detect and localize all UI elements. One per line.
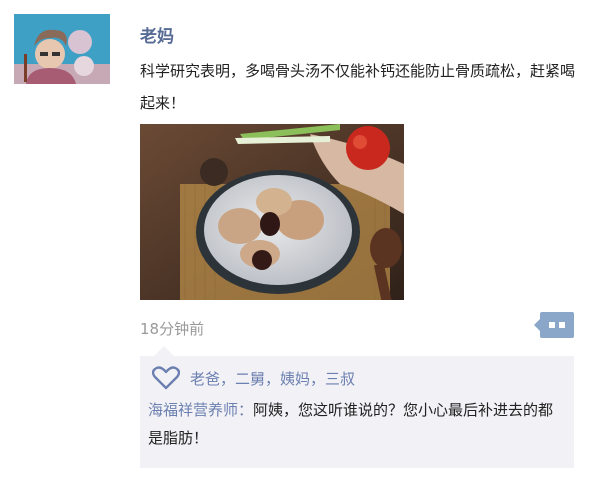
avatar[interactable] bbox=[14, 14, 110, 84]
comment-item[interactable]: 海福祥营养师：阿姨，您这听谁说的？您小心最后补进去的都是脂肪！ bbox=[148, 396, 566, 452]
more-options-button[interactable] bbox=[534, 312, 574, 338]
comment-dots-icon bbox=[534, 312, 574, 338]
avatar-image bbox=[14, 14, 110, 84]
author-name[interactable]: 老妈 bbox=[140, 22, 174, 47]
post-photo[interactable] bbox=[140, 124, 404, 305]
likes-list[interactable]: 老爸，二舅，姨妈，三叔 bbox=[190, 368, 355, 389]
comment-box: 老爸，二舅，姨妈，三叔 海福祥营养师：阿姨，您这听谁说的？您小心最后补进去的都是… bbox=[140, 356, 574, 468]
comment-box-caret bbox=[154, 346, 174, 356]
post-time: 18分钟前 bbox=[140, 320, 205, 338]
likes-row: 老爸，二舅，姨妈，三叔 bbox=[152, 366, 355, 390]
commenter-name[interactable]: 海福祥营养师： bbox=[148, 401, 253, 419]
post-text: 科学研究表明，多喝骨头汤不仅能补钙还能防止骨质疏松，赶紧喝起来！ bbox=[140, 62, 576, 112]
soup-photo-icon bbox=[140, 124, 404, 305]
heart-icon bbox=[152, 366, 180, 390]
